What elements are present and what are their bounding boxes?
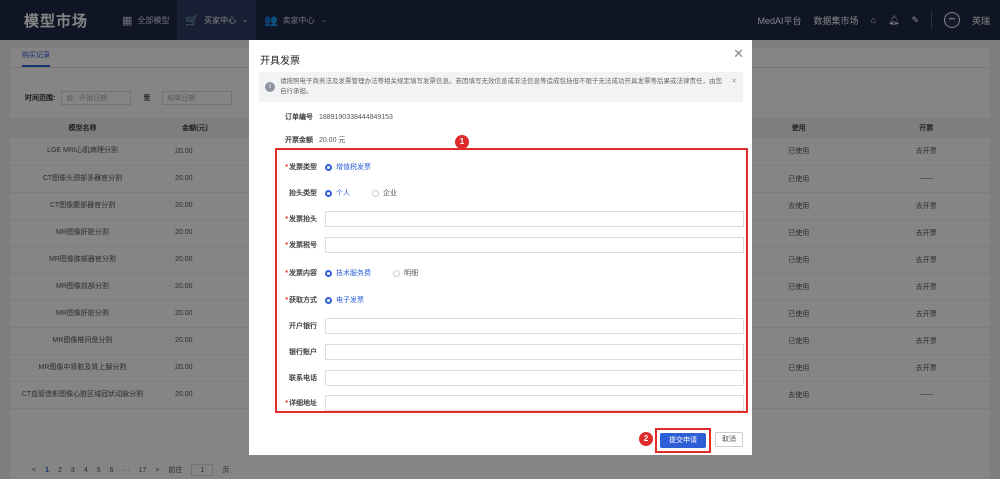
order-label: 订单编号	[285, 114, 313, 121]
amount-value: 20.00 元	[318, 137, 346, 144]
radio-dot	[372, 189, 379, 197]
invoice-type-label: *发票类型	[285, 164, 317, 171]
account-row: 银行账户	[277, 344, 744, 360]
tax-no-row: *发票税号	[277, 237, 744, 253]
submit-button[interactable]: 提交申请	[660, 433, 706, 448]
radio-tech-service[interactable]: 技术服务费	[325, 268, 371, 278]
account-label: 银行账户	[289, 349, 317, 356]
close-icon[interactable]: ✕	[733, 46, 744, 62]
address-input[interactable]	[325, 395, 744, 411]
modal-title: 开具发票	[260, 56, 300, 67]
radio-enterprise[interactable]: 企业	[372, 188, 397, 198]
invoice-title-input[interactable]	[325, 211, 744, 227]
address-row: *详细地址	[277, 395, 744, 411]
phone-input[interactable]	[325, 370, 744, 386]
bank-row: 开户银行	[277, 318, 744, 334]
invoice-form: *发票类型 增值税发票 抬头类型 个人 企业 *发票抬头 *发票税号 *发票内容…	[275, 148, 748, 413]
order-value: 1889190338444849153	[318, 114, 393, 121]
invoice-title-row: *发票抬头	[277, 211, 744, 227]
tax-no-input[interactable]	[325, 237, 744, 253]
phone-label: 联系电话	[289, 375, 317, 382]
address-label: *详细地址	[285, 400, 317, 407]
bank-input[interactable]	[325, 318, 744, 334]
content-row: *发票内容 技术服务费 明细	[277, 268, 440, 278]
radio-vat-invoice[interactable]: 增值税发票	[325, 162, 371, 172]
submit-highlight: 提交申请	[655, 428, 711, 453]
header-type-row: 抬头类型 个人 企业	[277, 188, 419, 198]
notice-banner: i 请按照电子商务法及发票管理办法等相关规定填写发票信息。若因填写无效信息或非法…	[259, 72, 743, 102]
bank-label: 开户银行	[289, 323, 317, 330]
radio-dot	[325, 296, 332, 304]
header-type-label: 抬头类型	[289, 190, 317, 197]
order-number: 订单编号 1889190338444849153	[285, 112, 393, 122]
amount-label: 开票金额	[285, 137, 313, 144]
info-icon: i	[265, 82, 275, 92]
notice-text: 请按照电子商务法及发票管理办法等相关规定填写发票信息。若因填写无效信息或非法信息…	[280, 78, 722, 95]
radio-personal[interactable]: 个人	[325, 188, 350, 198]
phone-row: 联系电话	[277, 370, 744, 386]
radio-dot	[325, 269, 332, 277]
content-label: *发票内容	[285, 270, 317, 277]
delivery-label: *获取方式	[285, 297, 317, 304]
delivery-row: *获取方式 电子发票	[277, 295, 386, 305]
step-badge-2: 2	[639, 432, 653, 446]
invoice-amount: 开票金额 20.00 元	[285, 135, 345, 145]
account-input[interactable]	[325, 344, 744, 360]
radio-detail[interactable]: 明细	[393, 268, 418, 278]
close-icon[interactable]: ✕	[732, 77, 737, 97]
tax-no-label: *发票税号	[285, 242, 317, 249]
radio-dot	[325, 163, 332, 171]
step-badge-1: 1	[455, 135, 469, 149]
cancel-button[interactable]: 取消	[715, 432, 743, 447]
invoice-type-row: *发票类型 增值税发票	[277, 162, 393, 172]
radio-e-invoice[interactable]: 电子发票	[325, 295, 364, 305]
radio-dot	[393, 269, 400, 277]
radio-dot	[325, 189, 332, 197]
invoice-modal: 开具发票 ✕ i 请按照电子商务法及发票管理办法等相关规定填写发票信息。若因填写…	[249, 40, 752, 455]
invoice-title-label: *发票抬头	[285, 216, 317, 223]
